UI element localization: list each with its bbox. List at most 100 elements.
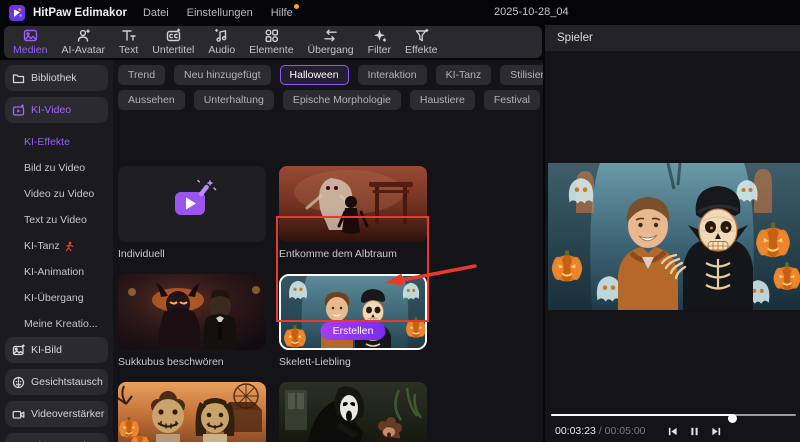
chip-festival[interactable]: Festival xyxy=(483,90,541,110)
sidebar-item-ki-uebergang[interactable]: KI-Übergang xyxy=(0,285,113,311)
filter-chips-row-2: Aussehen Unterhaltung Epische Morphologi… xyxy=(113,90,543,110)
pause-button[interactable] xyxy=(684,424,706,438)
tab-text[interactable]: Text xyxy=(112,26,145,58)
sidebar-item-ki-animation[interactable]: KI-Animation xyxy=(0,259,113,285)
titlebar: HitPaw Edimakor Datei Einstellungen Hilf… xyxy=(0,0,800,25)
erstellen-button[interactable]: Erstellen xyxy=(320,322,386,340)
sidebar-item-ki-effekte[interactable]: KI-Effekte xyxy=(0,129,113,155)
video-preview-art xyxy=(548,163,800,310)
tab-filter[interactable]: Filter xyxy=(361,26,398,58)
avatar-icon xyxy=(77,29,90,42)
total-time: 00:05:00 xyxy=(604,425,646,437)
folder-icon xyxy=(12,73,25,83)
transition-icon xyxy=(324,29,337,42)
custom-template-icon xyxy=(118,166,266,242)
template-thumbnail[interactable] xyxy=(118,382,266,442)
chip-aussehen[interactable]: Aussehen xyxy=(118,90,185,110)
sidebar-item-video-zu-video[interactable]: Video zu Video xyxy=(0,181,113,207)
template-thumbnail[interactable] xyxy=(118,274,266,350)
tab-ai-avatar[interactable]: AI-Avatar xyxy=(54,26,112,58)
template-title: Individuell xyxy=(118,248,165,260)
template-thumbnail[interactable] xyxy=(279,166,427,242)
image-icon xyxy=(12,343,25,355)
video-preview xyxy=(548,163,800,310)
playback-controls: 00:03:23 / 00:05:00 xyxy=(555,423,728,439)
chip-halloween[interactable]: Halloween xyxy=(279,65,349,85)
sidebar-item-bild-zu-video[interactable]: Bild zu Video xyxy=(0,155,113,181)
sidebar-item-text-zu-video[interactable]: Text zu Video xyxy=(0,207,113,233)
progress-knob[interactable] xyxy=(728,413,738,423)
menu-einstellungen[interactable]: Einstellungen xyxy=(187,7,253,19)
progress-fill xyxy=(551,414,733,416)
tab-elemente[interactable]: Elemente xyxy=(242,26,300,58)
tab-untertitel[interactable]: Untertitel xyxy=(145,26,201,58)
effects-icon xyxy=(415,28,429,42)
project-name[interactable]: 2025-10-28_04 xyxy=(494,6,569,18)
nightmare-thumb-art xyxy=(279,166,427,242)
tab-uebergang[interactable]: Übergang xyxy=(301,26,361,58)
template-thumbnail[interactable]: Erstellen xyxy=(279,274,427,350)
time-display: 00:03:23 / 00:05:00 xyxy=(555,425,646,437)
tab-effekte[interactable]: Effekte xyxy=(398,26,445,58)
next-frame-icon xyxy=(712,427,721,435)
progress-bar[interactable] xyxy=(551,410,796,423)
filter-icon xyxy=(373,29,387,42)
ghostface-thumb-art xyxy=(279,382,427,442)
chip-ki-tanz[interactable]: KI-Tanz xyxy=(435,65,492,85)
template-title: Sukkubus beschwören xyxy=(118,356,224,368)
template-browser: Trend Neu hinzugefügt Halloween Interakt… xyxy=(113,60,543,442)
template-title: Skelett-Liebling xyxy=(279,356,351,368)
progress-track[interactable] xyxy=(551,413,796,423)
audio-icon xyxy=(215,28,227,42)
player-header: Spieler xyxy=(545,25,800,51)
menu-datei[interactable]: Datei xyxy=(143,7,169,19)
chip-epische-morphologie[interactable]: Epische Morphologie xyxy=(282,90,401,110)
template-card-halloween-voodoo-puppe[interactable]: Halloween-Voodoo-Puppe xyxy=(118,382,266,442)
filter-chips-row-1: Trend Neu hinzugefügt Halloween Interakt… xyxy=(113,65,543,85)
sidebar-item-ki-tanz[interactable]: KI-Tanz xyxy=(0,233,113,259)
tab-medien[interactable]: Medien xyxy=(6,26,54,58)
template-thumbnail[interactable] xyxy=(279,382,427,442)
time-separator: / xyxy=(595,425,605,437)
faceswap-icon xyxy=(12,376,25,388)
app-title: HitPaw Edimakor xyxy=(33,6,127,19)
player-panel: Spieler 00:03:23 / 00:05:00 xyxy=(545,25,800,442)
media-icon xyxy=(23,29,37,42)
chip-trend[interactable]: Trend xyxy=(118,65,166,85)
video-icon xyxy=(12,103,25,116)
sidebar-item-meine-kreationen[interactable]: Meine Kreatio... xyxy=(0,311,113,337)
sidebar-item-ki-bild[interactable]: KI-Bild xyxy=(5,337,108,363)
chip-interaktion[interactable]: Interaktion xyxy=(357,65,427,85)
template-title: Entkomme dem Albtraum xyxy=(279,248,397,260)
next-frame-button[interactable] xyxy=(706,424,728,438)
template-card-skelett-liebling[interactable]: Erstellen Skelett-Liebling xyxy=(279,274,427,368)
dancer-icon xyxy=(65,241,74,251)
chip-haustiere[interactable]: Haustiere xyxy=(409,90,475,110)
chip-neu-hinzugefuegt[interactable]: Neu hinzugefügt xyxy=(174,65,271,85)
app-logo-icon xyxy=(9,4,25,21)
template-card-individuell[interactable]: Individuell xyxy=(118,166,266,260)
previous-frame-button[interactable] xyxy=(662,424,684,438)
chip-unterhaltung[interactable]: Unterhaltung xyxy=(193,90,274,110)
main-toolbar: Medien AI-Avatar Text Untertitel Audio E… xyxy=(4,26,542,58)
enhancer-icon xyxy=(12,410,25,419)
notification-dot xyxy=(293,3,299,9)
sidebar-item-gesichtstausch[interactable]: Gesichtstausch xyxy=(5,369,108,395)
sidebar-item-ki-video[interactable]: KI-Video xyxy=(5,97,108,123)
sidebar-item-hintergrund[interactable]: Hintergrund xyxy=(5,433,108,442)
succubus-thumb-art xyxy=(118,274,266,350)
tab-audio[interactable]: Audio xyxy=(201,26,242,58)
template-thumbnail[interactable] xyxy=(118,166,266,242)
sidebar-item-bibliothek[interactable]: Bibliothek xyxy=(5,65,108,91)
chip-stilisierung[interactable]: Stilisierung xyxy=(500,65,543,85)
subtitles-icon xyxy=(166,28,180,42)
elements-icon xyxy=(265,29,278,43)
player-title: Spieler xyxy=(557,32,593,44)
menu-hilfe[interactable]: Hilfe xyxy=(271,3,299,19)
template-card-ghostface-terror[interactable]: Ghostface-Terror xyxy=(279,382,427,442)
sidebar-item-videoverstaerker[interactable]: Videoverstärker xyxy=(5,401,108,427)
template-card-sukkubus-beschwoeren[interactable]: Sukkubus beschwören xyxy=(118,274,266,368)
template-card-entkomme-dem-albtraum[interactable]: Entkomme dem Albtraum xyxy=(279,166,427,260)
pause-icon xyxy=(691,427,698,435)
sidebar: Bibliothek KI-Video KI-Effekte Bild zu V… xyxy=(0,60,113,442)
